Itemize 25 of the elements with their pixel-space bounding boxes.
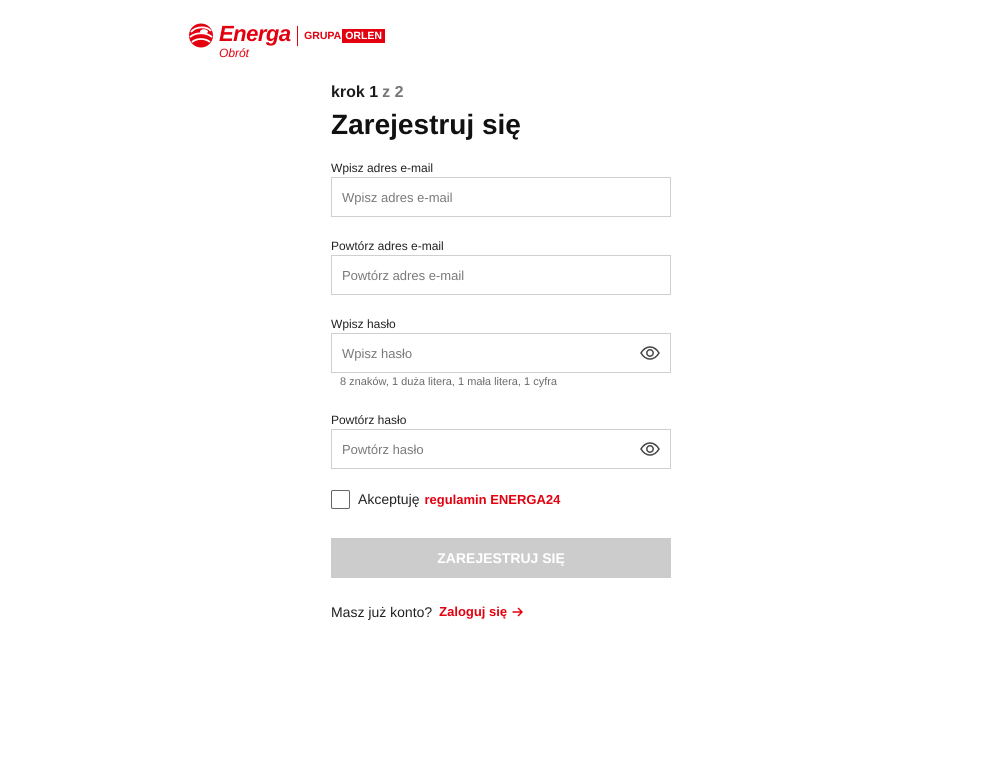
brand-name: Energa: [219, 22, 291, 46]
logo-icon: [188, 23, 214, 48]
terms-checkbox[interactable]: [331, 490, 350, 508]
email-field[interactable]: Powtórz adres e-mail: [331, 255, 671, 295]
eye-icon[interactable]: [640, 346, 660, 360]
login-prompt: Masz już konto?: [331, 603, 432, 621]
eye-icon[interactable]: [640, 442, 660, 456]
field-label: Powtórz adres e-mail: [331, 238, 445, 254]
group-label: GRUPA: [304, 29, 342, 43]
arrow-icon: [512, 607, 524, 617]
field-hint: 8 znaków, 1 duża litera, 1 mała litera, 1 cyfra: [340, 375, 558, 389]
brand-subtitle: Obrót: [219, 46, 250, 60]
page-title: Zarejestruj się: [331, 108, 522, 142]
password-field[interactable]: Wpisz hasło: [331, 333, 671, 373]
login-link[interactable]: Zaloguj się: [439, 603, 524, 621]
field-label: Wpisz hasło: [331, 316, 397, 332]
step-current: krok 1: [331, 83, 378, 103]
terms-link[interactable]: regulamin ENERGA24: [424, 492, 560, 506]
password-field[interactable]: Powtórz hasło: [331, 429, 671, 469]
email-field[interactable]: Wpisz adres e-mail: [331, 177, 671, 217]
terms-text: Akceptuję: [358, 491, 420, 507]
field-label: Wpisz adres e-mail: [331, 160, 434, 176]
group-brand-label: ORLEN: [342, 29, 385, 43]
step-total: z 2: [382, 83, 404, 103]
field-label: Powtórz hasło: [331, 412, 408, 428]
